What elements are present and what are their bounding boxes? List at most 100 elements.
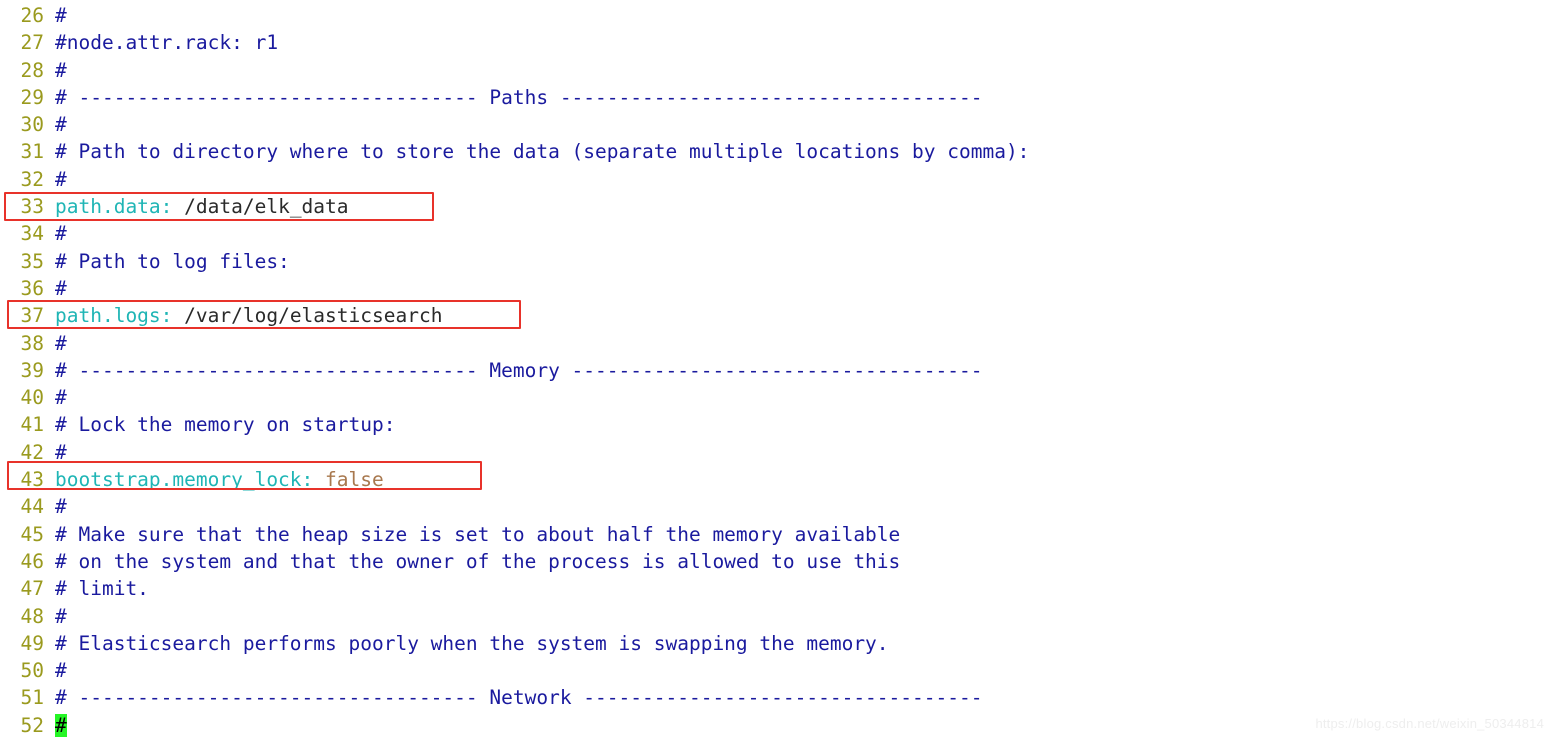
line-number: 32 — [20, 167, 44, 191]
code-line[interactable]: 28 # — [0, 57, 1558, 84]
code-line-content: # — [55, 386, 67, 409]
token-comment: # limit. — [55, 577, 149, 601]
token-comment: # — [55, 58, 67, 82]
code-line[interactable]: 30 # — [0, 111, 1558, 138]
code-line[interactable]: 41 # Lock the memory on startup: — [0, 411, 1558, 438]
line-number: 49 — [20, 631, 44, 655]
code-line[interactable]: 32 # — [0, 166, 1558, 193]
line-number: 41 — [20, 413, 44, 437]
code-line-content: # ---------------------------------- Mem… — [55, 359, 982, 382]
line-number: 34 — [20, 222, 44, 246]
line-number: 35 — [20, 249, 44, 273]
code-line-content: # Elasticsearch performs poorly when the… — [55, 632, 889, 655]
token-value: /data/elk_data — [172, 195, 349, 219]
token-comment: # — [55, 386, 67, 410]
code-line[interactable]: 43 bootstrap.memory_lock: false — [0, 466, 1558, 493]
line-number: 36 — [20, 276, 44, 300]
code-editor-viewport[interactable]: 26 #27 #node.attr.rack: r1 28 #29 # ---------… — [0, 0, 1558, 739]
code-line-content: # — [55, 4, 67, 27]
code-line-content: # Path to log files: — [55, 250, 290, 273]
token-bool: false — [313, 468, 384, 492]
code-line[interactable]: 31 # Path to directory where to store the… — [0, 138, 1558, 165]
code-line-content: # — [55, 332, 67, 355]
line-number: 42 — [20, 440, 44, 464]
code-line-content: # on the system and that the owner of th… — [55, 550, 900, 573]
code-line-content: # — [55, 168, 67, 191]
code-line-content: path.logs: /var/log/elasticsearch — [55, 304, 442, 327]
token-comment: # ---------------------------------- Mem… — [55, 358, 983, 382]
token-comment: # on the system and that the owner of th… — [55, 549, 901, 573]
code-line-content: path.data: /data/elk_data — [55, 195, 349, 218]
line-number: 31 — [20, 140, 44, 164]
code-line-content: # — [55, 59, 67, 82]
code-line[interactable]: 38 # — [0, 330, 1558, 357]
code-line-content: # Make sure that the heap size is set to… — [55, 523, 900, 546]
line-number: 38 — [20, 331, 44, 355]
code-line-content: # Path to directory where to store the d… — [55, 140, 1029, 163]
code-line[interactable]: 36 # — [0, 275, 1558, 302]
code-line[interactable]: 40 # — [0, 384, 1558, 411]
token-comment: # ---------------------------------- Pat… — [55, 85, 983, 109]
token-comment: # — [55, 167, 67, 191]
code-line[interactable]: 47 # limit. — [0, 575, 1558, 602]
token-key: path.data — [55, 195, 161, 219]
code-line[interactable]: 51 # ---------------------------------- N… — [0, 684, 1558, 711]
line-number: 26 — [20, 4, 44, 27]
code-lines-container: 26 #27 #node.attr.rack: r1 28 #29 # ---------… — [0, 2, 1558, 739]
token-comment: # Lock the memory on startup: — [55, 413, 396, 437]
token-punct: : — [301, 468, 314, 492]
token-comment: # Path to directory where to store the d… — [55, 140, 1030, 164]
token-comment: # — [55, 659, 67, 683]
line-number: 29 — [20, 85, 44, 109]
line-number: 47 — [20, 577, 44, 601]
line-number: 51 — [20, 686, 44, 710]
text-cursor: # — [55, 713, 67, 737]
code-line-content: # — [55, 113, 67, 136]
code-line-content: # — [55, 495, 67, 518]
code-line[interactable]: 29 # ---------------------------------- P… — [0, 84, 1558, 111]
line-number: 48 — [20, 604, 44, 628]
code-line[interactable]: 26 # — [0, 2, 1558, 29]
token-comment: # — [55, 4, 67, 27]
token-comment: #node.attr.rack: r1 — [55, 31, 279, 55]
code-line-content: # — [55, 605, 67, 628]
code-line[interactable]: 49 # Elasticsearch performs poorly when t… — [0, 630, 1558, 657]
code-line-content: # ---------------------------------- Pat… — [55, 86, 982, 109]
code-line[interactable]: 44 # — [0, 493, 1558, 520]
code-line[interactable]: 45 # Make sure that the heap size is set … — [0, 521, 1558, 548]
code-line[interactable]: 37 path.logs: /var/log/elasticsearch — [0, 302, 1558, 329]
code-line[interactable]: 50 # — [0, 657, 1558, 684]
code-line[interactable]: 35 # Path to log files: — [0, 248, 1558, 275]
line-number: 43 — [20, 468, 44, 492]
code-line[interactable]: 39 # ---------------------------------- M… — [0, 357, 1558, 384]
code-line[interactable]: 27 #node.attr.rack: r1 — [0, 29, 1558, 56]
code-line[interactable]: 33 path.data: /data/elk_data — [0, 193, 1558, 220]
line-number: 27 — [20, 31, 44, 55]
token-comment: # — [55, 495, 67, 519]
code-line[interactable]: 48 # — [0, 603, 1558, 630]
code-line-content: # — [55, 441, 67, 464]
code-line[interactable]: 46 # on the system and that the owner of … — [0, 548, 1558, 575]
code-line-content: #node.attr.rack: r1 — [55, 31, 278, 54]
code-line-content: # — [55, 277, 67, 300]
line-number: 39 — [20, 358, 44, 382]
token-key: bootstrap.memory_lock — [55, 468, 302, 492]
code-line-content: bootstrap.memory_lock: false — [55, 468, 384, 491]
token-comment: # — [55, 331, 67, 355]
token-punct: : — [160, 304, 173, 328]
line-number: 45 — [20, 522, 44, 546]
code-line-content: # — [55, 659, 67, 682]
code-line-content: # ---------------------------------- Net… — [55, 686, 982, 709]
token-key: path.logs — [55, 304, 161, 328]
code-line-content: # Lock the memory on startup: — [55, 413, 395, 436]
token-punct: : — [160, 195, 173, 219]
token-comment: # — [55, 222, 67, 246]
token-comment: # Elasticsearch performs poorly when the… — [55, 631, 889, 655]
watermark-text: https://blog.csdn.net/weixin_50344814 — [1315, 716, 1544, 731]
code-line[interactable]: 34 # — [0, 220, 1558, 247]
line-number: 40 — [20, 386, 44, 410]
code-line[interactable]: 42 # — [0, 439, 1558, 466]
line-number: 33 — [20, 195, 44, 219]
line-number: 37 — [20, 304, 44, 328]
token-comment: # Path to log files: — [55, 249, 290, 273]
